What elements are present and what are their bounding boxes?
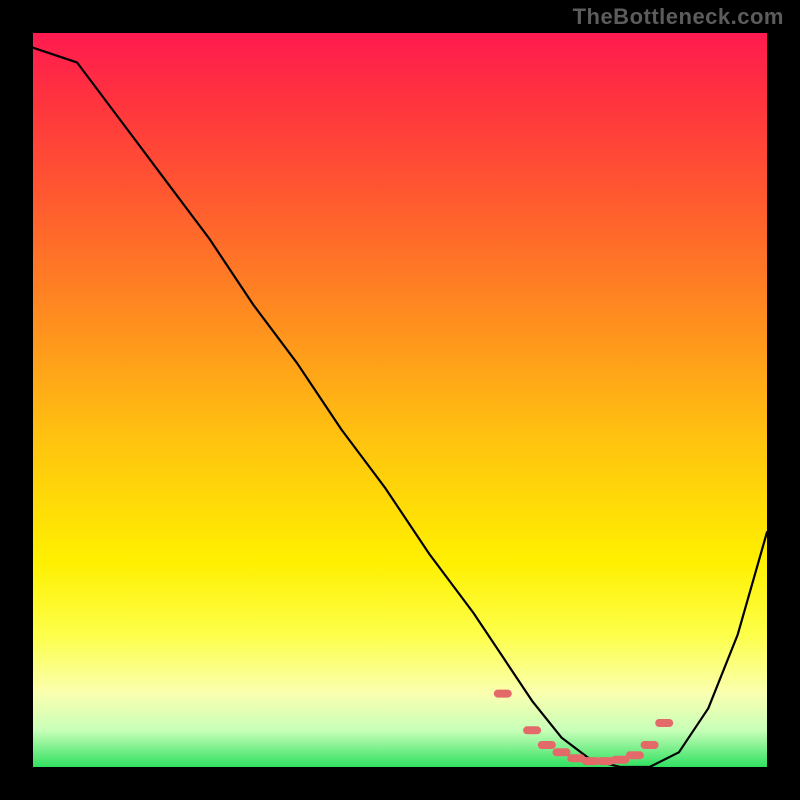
curve-layer	[33, 33, 767, 767]
curve-marker	[494, 690, 512, 698]
main-curve	[33, 48, 767, 767]
watermark-text: TheBottleneck.com	[573, 4, 784, 30]
curve-marker	[626, 751, 644, 759]
curve-marker	[523, 726, 541, 734]
plot-area	[33, 33, 767, 767]
curve-marker	[553, 748, 571, 756]
curve-marker	[655, 719, 673, 727]
curve-marker	[641, 741, 659, 749]
curve-marker	[538, 741, 556, 749]
chart-frame: TheBottleneck.com	[0, 0, 800, 800]
